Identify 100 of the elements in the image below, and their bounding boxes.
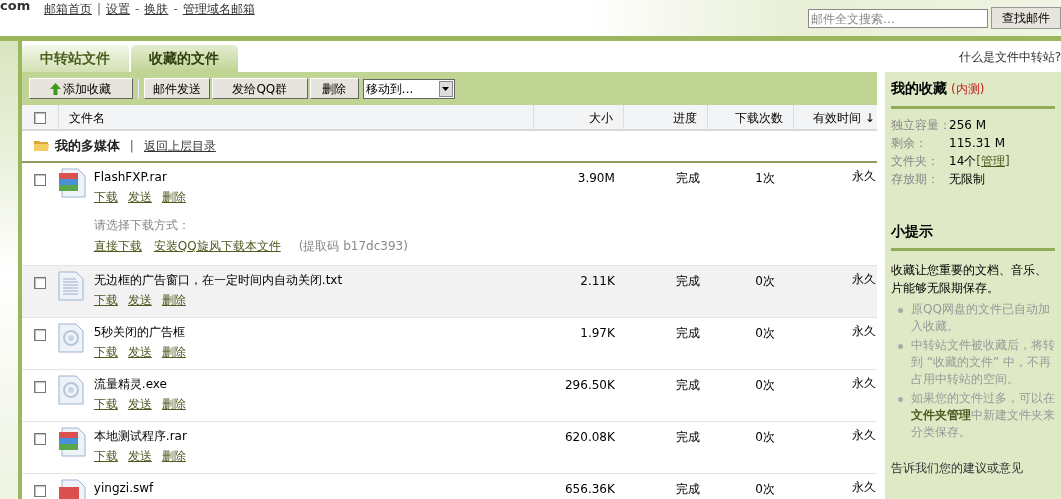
text-file-icon (57, 271, 84, 301)
stat-value: 无限制 (949, 171, 985, 187)
column-header[interactable]: 下载次数 (734, 111, 783, 125)
folder-name: 我的多媒体 (54, 137, 120, 156)
download-prompt: 请选择下载方式： (93, 217, 191, 234)
row-checkbox[interactable] (33, 485, 46, 497)
tip-text: 原QQ网盘的文件已自动加 入收藏。 (911, 301, 1050, 335)
separator: | (129, 138, 134, 155)
file-action-link[interactable]: 发送 (127, 447, 152, 465)
size-cell: 3.90M (577, 171, 615, 185)
search-field[interactable]: 邮件全文搜索… (808, 9, 988, 28)
file-action-link[interactable]: 删除 (161, 447, 186, 465)
move-dropdown[interactable]: 移动到... (362, 78, 455, 99)
expiry-cell: 永久 (851, 272, 876, 286)
select-all-checkbox[interactable] (33, 112, 46, 124)
download-count-cell: 0次 (755, 326, 775, 340)
sidebar-title: 我的收藏 (891, 79, 947, 98)
file-action-link[interactable]: 发送 (127, 343, 152, 361)
size-cell: 656.36K (565, 482, 615, 496)
file-action-link[interactable]: 发送 (127, 188, 152, 206)
row-checkbox[interactable] (33, 433, 46, 445)
toolbar-button[interactable]: 删除 (309, 78, 359, 99)
tips-title: 小提示 (891, 221, 1055, 251)
file-action-link[interactable]: 删除 (161, 395, 186, 413)
nav-link[interactable]: 邮箱首页 (44, 0, 92, 18)
stat-label: 独立容量： (891, 117, 949, 133)
column-header[interactable]: 进度 (672, 111, 697, 125)
bullet-icon (898, 308, 903, 313)
help-link[interactable]: 什么是文件中转站? (958, 47, 1061, 66)
row-checkbox[interactable] (33, 381, 46, 393)
file-action-link[interactable]: 下载 (93, 188, 118, 206)
file-action-link[interactable]: 下载 (93, 395, 118, 413)
column-header[interactable]: 有效时间 ↓ (812, 111, 875, 125)
file-action-link[interactable]: 删除 (161, 343, 186, 361)
folder-icon (33, 140, 49, 152)
row-checkbox[interactable] (33, 329, 46, 341)
file-action-link[interactable]: 删除 (161, 291, 186, 309)
archive-file-icon (57, 427, 86, 457)
file-name: 5秒关闭的广告框 (93, 324, 186, 340)
row-checkbox[interactable] (33, 277, 46, 289)
manage-link[interactable]: [管理] (976, 153, 1010, 169)
nav-separator: | (97, 1, 102, 18)
toolbar-button[interactable]: 发给QQ群 (211, 78, 308, 99)
tip-text: 中转站文件被收藏后，将转 到 “收藏的文件” 中，不再 占用中转站的空间。 (911, 337, 1055, 388)
expiry-cell: 永久 (851, 169, 876, 183)
progress-cell: 完成 (675, 326, 700, 340)
bullet-icon (898, 397, 903, 402)
toolbar-button[interactable]: 邮件发送 (143, 78, 210, 99)
expiry-cell: 永久 (851, 428, 876, 442)
generic-file-icon (57, 323, 84, 353)
stat-value: 14个 (949, 153, 977, 169)
nav-link[interactable]: 换肤 (144, 0, 169, 18)
add-button[interactable]: 添加收藏 (28, 78, 133, 99)
file-row[interactable]: 无边框的广告窗口，在一定时间内自动关闭.txt 下载 发送 删除 2.11K 完成 0次 永久 (21, 266, 877, 318)
file-name: yingzi.swf (93, 480, 154, 496)
nav-link[interactable]: 设置 (106, 0, 131, 18)
stat-label: 文件夹： (891, 153, 940, 169)
file-name: 本地测试程序.rar (93, 428, 187, 444)
feedback-link[interactable]: 告诉我们您的建议或意见 (891, 461, 1023, 475)
download-option-link[interactable]: 直接下载 (93, 237, 142, 255)
column-header[interactable]: 大小 (588, 111, 613, 125)
extraction-code: (提取码 b17dc393) (298, 238, 408, 255)
tab[interactable]: 收藏的文件 (130, 45, 238, 72)
download-count-cell: 0次 (755, 482, 775, 496)
file-action-link[interactable]: 发送 (127, 395, 152, 413)
row-checkbox[interactable] (33, 174, 46, 186)
progress-cell: 完成 (675, 171, 700, 185)
file-action-link[interactable]: 下载 (93, 291, 118, 309)
download-count-cell: 0次 (755, 274, 775, 288)
expiry-cell: 永久 (851, 376, 876, 390)
file-action-link[interactable]: 删除 (161, 188, 186, 206)
nav-separator: - (135, 1, 140, 18)
column-header[interactable]: 文件名 (68, 111, 105, 125)
size-cell: 296.50K (565, 378, 615, 392)
nav-separator: - (173, 1, 178, 18)
stat-value: 256 M (949, 117, 987, 133)
tips-intro: 收藏让您重要的文档、音乐、 片能够无限期保存。 (891, 262, 1048, 297)
back-link[interactable]: 返回上层目录 (143, 137, 216, 155)
generic-file-icon (57, 375, 84, 405)
size-cell: 620.08K (565, 430, 615, 444)
file-action-link[interactable]: 下载 (93, 343, 118, 361)
search-button[interactable]: 查找邮件 (991, 7, 1061, 29)
stat-value: 115.31 M (949, 135, 1006, 151)
expiry-cell: 永久 (851, 324, 876, 338)
progress-cell: 完成 (675, 378, 700, 392)
logo-text: com (0, 0, 32, 11)
nav-link[interactable]: 管理域名邮箱 (182, 0, 255, 18)
download-option-link[interactable]: 安装QQ旋风下载本文件 (153, 237, 281, 255)
download-count-cell: 1次 (755, 171, 775, 185)
file-action-link[interactable]: 下载 (93, 447, 118, 465)
file-action-link[interactable]: 发送 (127, 291, 152, 309)
progress-cell: 完成 (675, 482, 700, 496)
expiry-cell: 永久 (851, 480, 876, 494)
download-count-cell: 0次 (755, 378, 775, 392)
archive-file-icon (57, 168, 86, 198)
tab[interactable]: 中转站文件 (21, 45, 129, 72)
size-cell: 1.97K (580, 326, 615, 340)
size-cell: 2.11K (580, 274, 615, 288)
progress-cell: 完成 (675, 430, 700, 444)
file-name: FlashFXP.rar (93, 169, 168, 185)
